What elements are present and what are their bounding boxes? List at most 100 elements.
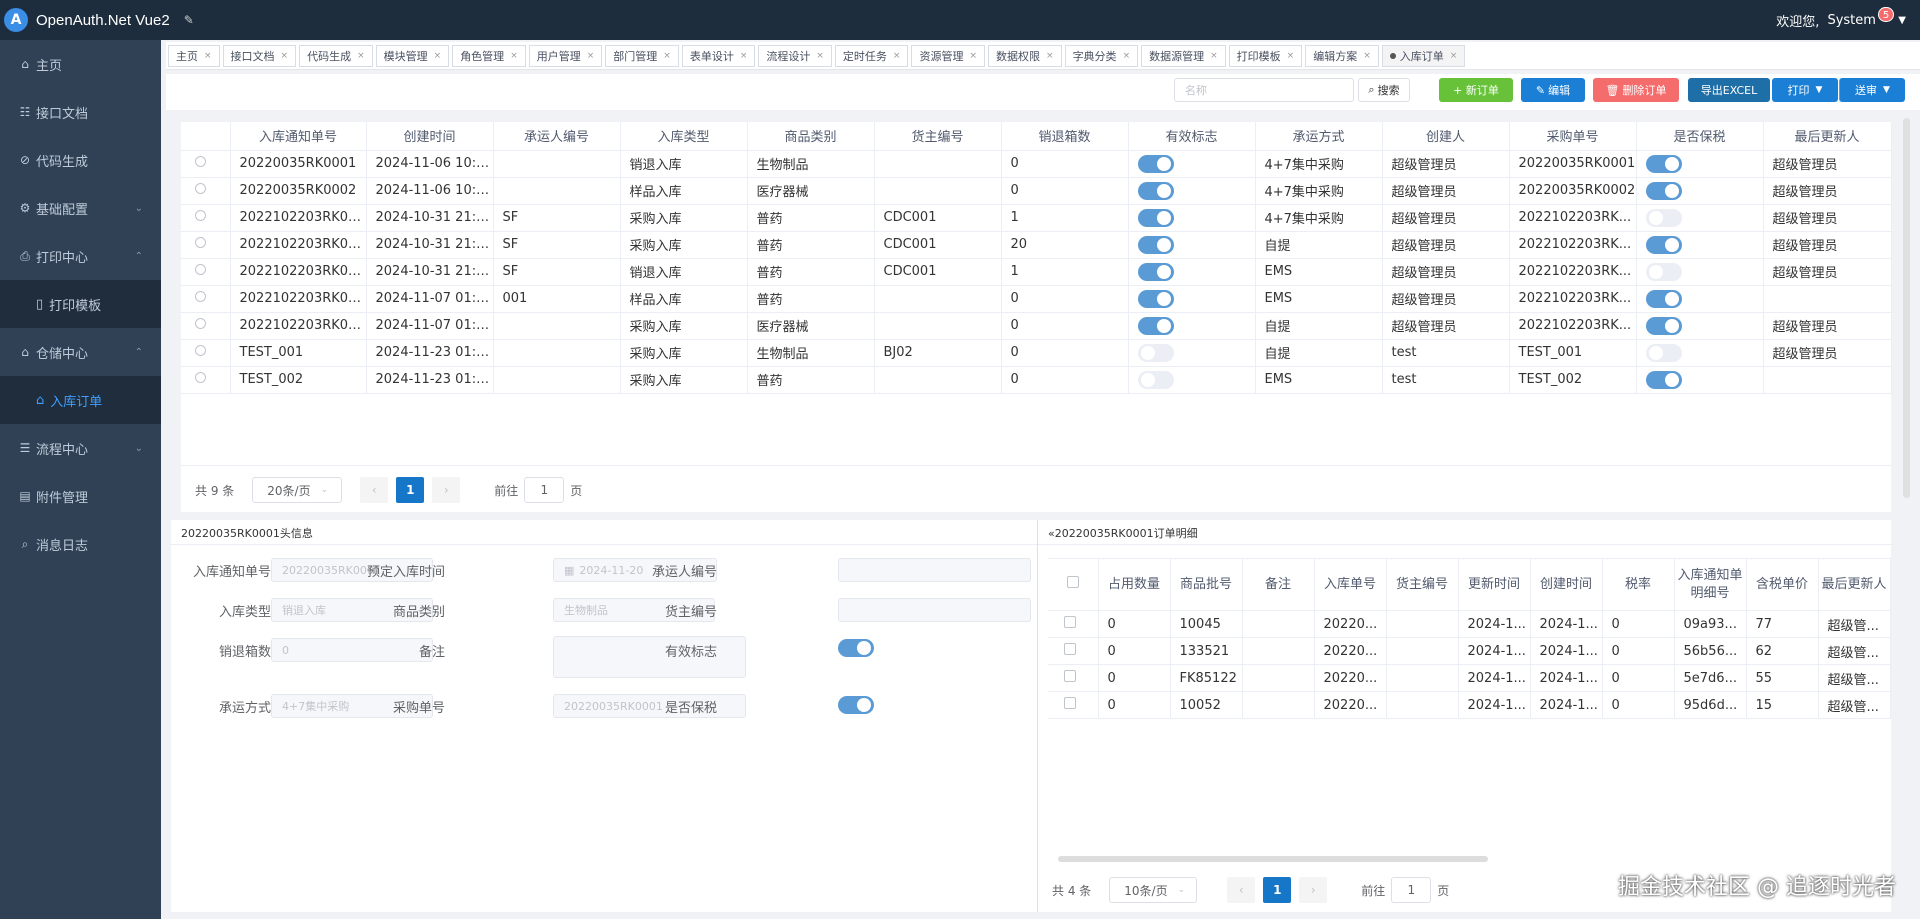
tab-7[interactable]: 表单设计 ×	[681, 44, 756, 67]
sidebar-item-message-log[interactable]: ⌕ 消息日志	[0, 520, 161, 568]
column-header[interactable]: 最后更新人	[1763, 122, 1892, 151]
export-excel-button[interactable]: 导出EXCEL	[1688, 78, 1770, 102]
tab-11[interactable]: 数据权限 ×	[988, 44, 1062, 67]
close-icon[interactable]: ×	[893, 51, 901, 61]
table-row[interactable]: TEST_002 2024-11-23 01:2... 采购入库 普药 0 EMS test…	[181, 366, 1892, 394]
column-header[interactable]: 最后更新人	[1818, 558, 1891, 611]
delete-order-button[interactable]: 🗑 删除订单	[1593, 78, 1679, 102]
tab-10[interactable]: 资源管理 ×	[911, 44, 986, 67]
close-icon[interactable]: ×	[434, 51, 442, 61]
caret-down-icon[interactable]: ▼	[1898, 15, 1906, 26]
column-header[interactable]: 商品类别	[747, 122, 875, 151]
column-header[interactable]: 税率	[1602, 558, 1675, 611]
valid-toggle[interactable]	[1137, 289, 1174, 308]
page-number[interactable]: 1	[396, 477, 425, 503]
search-input[interactable]: 名称	[1174, 78, 1354, 102]
owner-field[interactable]	[838, 598, 1031, 622]
next-page-button[interactable]: ›	[432, 477, 461, 503]
column-header[interactable]: 占用数量	[1098, 558, 1171, 611]
add-order-button[interactable]: + 新订单	[1439, 78, 1513, 102]
row-radio[interactable]	[195, 345, 206, 356]
valid-toggle[interactable]	[1137, 208, 1174, 227]
close-icon[interactable]: ×	[816, 51, 824, 61]
column-header[interactable]: 承运方式	[1255, 122, 1383, 151]
bonded-toggle[interactable]	[838, 696, 874, 714]
valid-toggle[interactable]	[1137, 343, 1174, 362]
row-checkbox[interactable]	[1064, 643, 1076, 655]
page-size-select[interactable]: 20条/页 ⌄	[252, 477, 343, 503]
tab-4[interactable]: 角色管理 ×	[452, 44, 526, 67]
user-menu[interactable]: 欢迎您, System 5 ▼	[1776, 0, 1906, 40]
column-header[interactable]: 创建人	[1382, 122, 1510, 151]
search-button[interactable]: ⌕ 搜索	[1358, 78, 1410, 102]
column-header[interactable]: 备注	[1242, 558, 1315, 611]
close-icon[interactable]: ×	[587, 51, 595, 61]
tab-16[interactable]: 入库订单 ×	[1381, 44, 1466, 67]
tab-6[interactable]: 部门管理 ×	[605, 44, 679, 67]
table-row[interactable]: TEST_001 2024-11-23 01:2... 采购入库 生物制品 BJ02 0 自…	[181, 339, 1892, 367]
close-icon[interactable]: ×	[1363, 51, 1371, 61]
row-radio[interactable]	[195, 156, 206, 167]
row-checkbox[interactable]	[1064, 670, 1076, 682]
bonded-toggle[interactable]	[1645, 262, 1682, 281]
column-header[interactable]: 货主编号	[1386, 558, 1459, 611]
tab-0[interactable]: 主页 ×	[168, 44, 220, 67]
table-row[interactable]: 20220035RK0002 2024-11-06 10:3... 样品入库 医疗器械…	[181, 177, 1892, 205]
close-icon[interactable]: ×	[1210, 51, 1218, 61]
column-header[interactable]: 创建时间	[366, 122, 494, 151]
table-row[interactable]: 0 10045 20220... 2024-1... 2024-1... 0 09a93..…	[1048, 610, 1891, 638]
row-checkbox[interactable]	[1064, 616, 1076, 628]
sidebar-item-codegen[interactable]: ⊘ 代码生成	[0, 136, 161, 184]
row-radio[interactable]	[195, 237, 206, 248]
close-icon[interactable]: ×	[1123, 51, 1131, 61]
column-header[interactable]: 入库通知单明细号	[1674, 558, 1747, 611]
column-header[interactable]: 创建时间	[1530, 558, 1603, 611]
close-icon[interactable]: ×	[1287, 51, 1295, 61]
notification-badge[interactable]: 5	[1877, 6, 1895, 22]
sidebar-item-attachments[interactable]: ▤ 附件管理	[0, 472, 161, 520]
vertical-scrollbar[interactable]	[1903, 118, 1910, 498]
close-icon[interactable]: ×	[281, 51, 289, 61]
detail-prev-page-button[interactable]: ‹	[1227, 877, 1256, 903]
valid-toggle[interactable]	[838, 639, 874, 657]
sidebar-item-api-docs[interactable]: ☷ 接口文档	[0, 88, 161, 136]
column-header[interactable]: 更新时间	[1458, 558, 1531, 611]
sidebar-item-print-template[interactable]: ▯ 打印模板	[0, 280, 161, 328]
column-header[interactable]: 有效标志	[1128, 122, 1256, 151]
edit-button[interactable]: ✎ 编辑	[1521, 78, 1585, 102]
column-header[interactable]: 含税单价	[1746, 558, 1819, 611]
valid-toggle[interactable]	[1137, 235, 1174, 254]
column-header[interactable]: 是否保税	[1636, 122, 1764, 151]
sidebar-item-flow-center[interactable]: ☰ 流程中心 ⌄	[0, 424, 161, 472]
valid-toggle[interactable]	[1137, 154, 1174, 173]
logo[interactable]: A OpenAuth.Net Vue2	[4, 8, 170, 32]
bonded-toggle[interactable]	[1645, 235, 1682, 254]
sidebar-item-warehouse[interactable]: ⌂ 仓储中心 ⌃	[0, 328, 161, 376]
row-radio[interactable]	[195, 210, 206, 221]
sidebar-item-basic-config[interactable]: ⚙ 基础配置 ⌄	[0, 184, 161, 232]
table-row[interactable]: 20220035RK0001 2024-11-06 10:3... 销退入库 生物制品…	[181, 150, 1892, 178]
detail-page-size-select[interactable]: 10条/页 ⌄	[1109, 877, 1198, 903]
close-icon[interactable]: ×	[969, 51, 977, 61]
tab-8[interactable]: 流程设计 ×	[758, 44, 832, 67]
table-row[interactable]: 2022102203RK0187 2024-11-07 01:0... 采购入库 医疗…	[181, 312, 1892, 340]
tab-5[interactable]: 用户管理 ×	[528, 44, 603, 67]
table-row[interactable]: 0 FK85122 20220... 2024-1... 2024-1... 0 5e7d6…	[1048, 664, 1891, 692]
row-radio[interactable]	[195, 318, 206, 329]
table-row[interactable]: 2022102203RK0133 2024-11-07 01:2... 001 样品入…	[181, 285, 1892, 313]
valid-toggle[interactable]	[1137, 181, 1174, 200]
bonded-toggle[interactable]	[1645, 154, 1682, 173]
column-header[interactable]: 入库单号	[1314, 558, 1387, 611]
submit-review-button[interactable]: 送审 ▼	[1839, 78, 1905, 102]
prev-page-button[interactable]: ‹	[360, 477, 389, 503]
pin-icon[interactable]: ✎	[184, 13, 194, 27]
detail-next-page-button[interactable]: ›	[1299, 877, 1328, 903]
row-checkbox[interactable]	[1064, 697, 1076, 709]
sidebar-item-inbound-order[interactable]: ⌂ 入库订单	[0, 376, 161, 424]
horizontal-scrollbar[interactable]	[1058, 856, 1488, 862]
table-row[interactable]: 2022102203RK0001 2024-10-31 21:2... SF 采购入库…	[181, 204, 1892, 232]
close-icon[interactable]: ×	[357, 51, 365, 61]
tab-2[interactable]: 代码生成 ×	[299, 44, 373, 67]
select-all-checkbox[interactable]	[1066, 575, 1079, 588]
tab-1[interactable]: 接口文档 ×	[222, 44, 297, 67]
